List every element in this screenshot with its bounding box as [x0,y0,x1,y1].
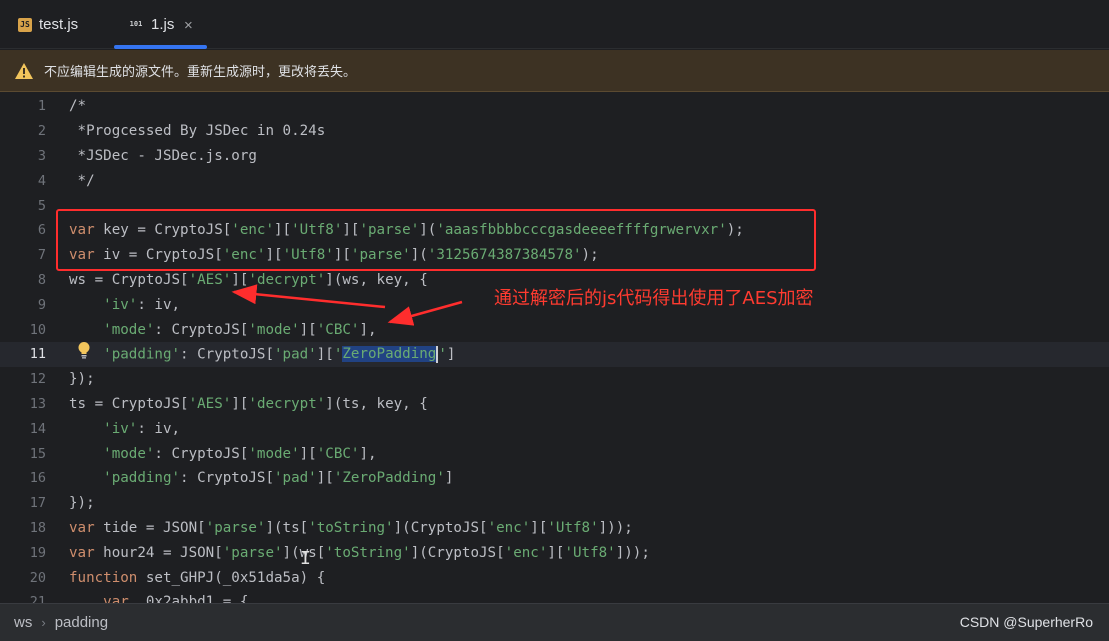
code-text: 'iv': iv, [103,296,181,313]
tab-label: test.js [39,16,79,33]
code-line: 16 'padding': CryptoJS['pad']['ZeroPaddi… [0,466,1109,491]
line-number: 1 [37,98,46,115]
active-tab-indicator [114,45,207,49]
line-number: 10 [29,321,46,338]
code-text: /* [69,98,87,115]
line-number: 2 [37,123,46,140]
code-text: var hour24 = JSON['parse'](ws['toString'… [69,544,650,561]
line-number: 6 [37,222,46,239]
code-line: 19 var hour24 = JSON['parse'](ws['toStrin… [0,540,1109,565]
tab-label: 1.js [151,16,175,33]
code-text: 'iv': iv, [103,420,181,437]
code-text: ws = CryptoJS['AES']['decrypt'](ws, key,… [69,271,428,288]
line-number: 20 [29,569,46,586]
code-text: 'padding': CryptoJS['pad']['ZeroPadding'… [103,345,456,363]
breadcrumb-item-ws[interactable]: ws [14,614,32,631]
code-line-current: 11 'padding': CryptoJS['pad']['ZeroPaddi… [0,342,1109,367]
code-line: 1 /* [0,94,1109,119]
line-number: 14 [29,420,46,437]
line-number: 15 [29,445,46,462]
line-number: 11 [29,346,46,363]
selected-text[interactable]: ZeroPadding [342,346,437,363]
generated-file-warning-banner: 不应编辑生成的源文件。重新生成源时，更改将丢失。 [0,50,1109,92]
line-number: 9 [37,296,46,313]
code-line: 14 'iv': iv, [0,416,1109,441]
line-number: 21 [29,594,46,603]
code-text: }); [69,495,95,512]
warning-icon [14,62,34,80]
binary-js-file-icon: 101 [128,17,144,33]
code-line: 12}); [0,367,1109,392]
code-line: 15 'mode': CryptoJS['mode']['CBC'], [0,441,1109,466]
code-line: 20 function set_GHPJ(_0x51da5a) { [0,565,1109,590]
code-line: 2 *Progcessed By JSDec in 0.24s [0,119,1109,144]
code-line: 4 */ [0,168,1109,193]
annotation-text: 通过解密后的js代码得出使用了AES加密 [494,288,814,309]
code-text: *JSDec - JSDec.js.org [69,147,257,164]
warning-text: 不应编辑生成的源文件。重新生成源时，更改将丢失。 [44,65,357,80]
code-text: 'mode': CryptoJS['mode']['CBC'], [103,445,377,462]
code-text: function set_GHPJ(_0x51da5a) { [69,569,326,586]
line-number: 16 [29,470,46,487]
line-number: 19 [29,544,46,561]
line-number: 17 [29,495,46,512]
line-number: 13 [29,395,46,412]
line-number: 5 [37,197,46,214]
code-editor[interactable]: 1 /* 2 *Progcessed By JSDec in 0.24s 3 *J… [0,93,1109,603]
breadcrumb-item-padding[interactable]: padding [55,614,108,631]
breadcrumb-bar: ws › padding CSDN @SuperherRo [0,603,1109,641]
annotation-highlight-box [56,209,816,271]
code-text: }); [69,371,95,388]
code-line: 3 *JSDec - JSDec.js.org [0,144,1109,169]
lightbulb-icon[interactable] [77,341,91,359]
code-line: 18 var tide = JSON['parse'](ts['toString'… [0,516,1109,541]
line-number: 4 [37,172,46,189]
code-line: 13 ts = CryptoJS['AES']['decrypt'](ts, ke… [0,392,1109,417]
code-line: 17}); [0,491,1109,516]
line-number: 12 [29,371,46,388]
code-text: *Progcessed By JSDec in 0.24s [69,123,326,140]
code-text: 'mode': CryptoJS['mode']['CBC'], [103,321,377,338]
chevron-right-icon: › [41,615,46,630]
tab-test-js[interactable]: JS test.js [18,0,78,49]
js-file-icon: JS [18,17,32,32]
code-text: ts = CryptoJS['AES']['decrypt'](ts, key,… [69,395,428,412]
editor-tab-bar: JS test.js 101 1.js × [0,0,1109,49]
line-number: 7 [37,247,46,264]
code-text: var tide = JSON['parse'](ts['toString'](… [69,519,633,536]
watermark: CSDN @SuperherRo [959,614,1093,630]
code-line: 21 var _0x2abbd1 = { [0,590,1109,603]
line-number: 3 [37,147,46,164]
code-line: 10 'mode': CryptoJS['mode']['CBC'], [0,317,1109,342]
line-number: 8 [37,271,46,288]
text-cursor-icon: I [300,548,311,569]
line-number: 18 [29,519,46,536]
code-text: var _0x2abbd1 = { [103,594,249,603]
code-text: */ [69,172,95,189]
code-text: 'padding': CryptoJS['pad']['ZeroPadding'… [103,470,454,487]
close-tab-icon[interactable]: × [184,17,193,34]
file-icon-text: 101 [129,20,143,28]
